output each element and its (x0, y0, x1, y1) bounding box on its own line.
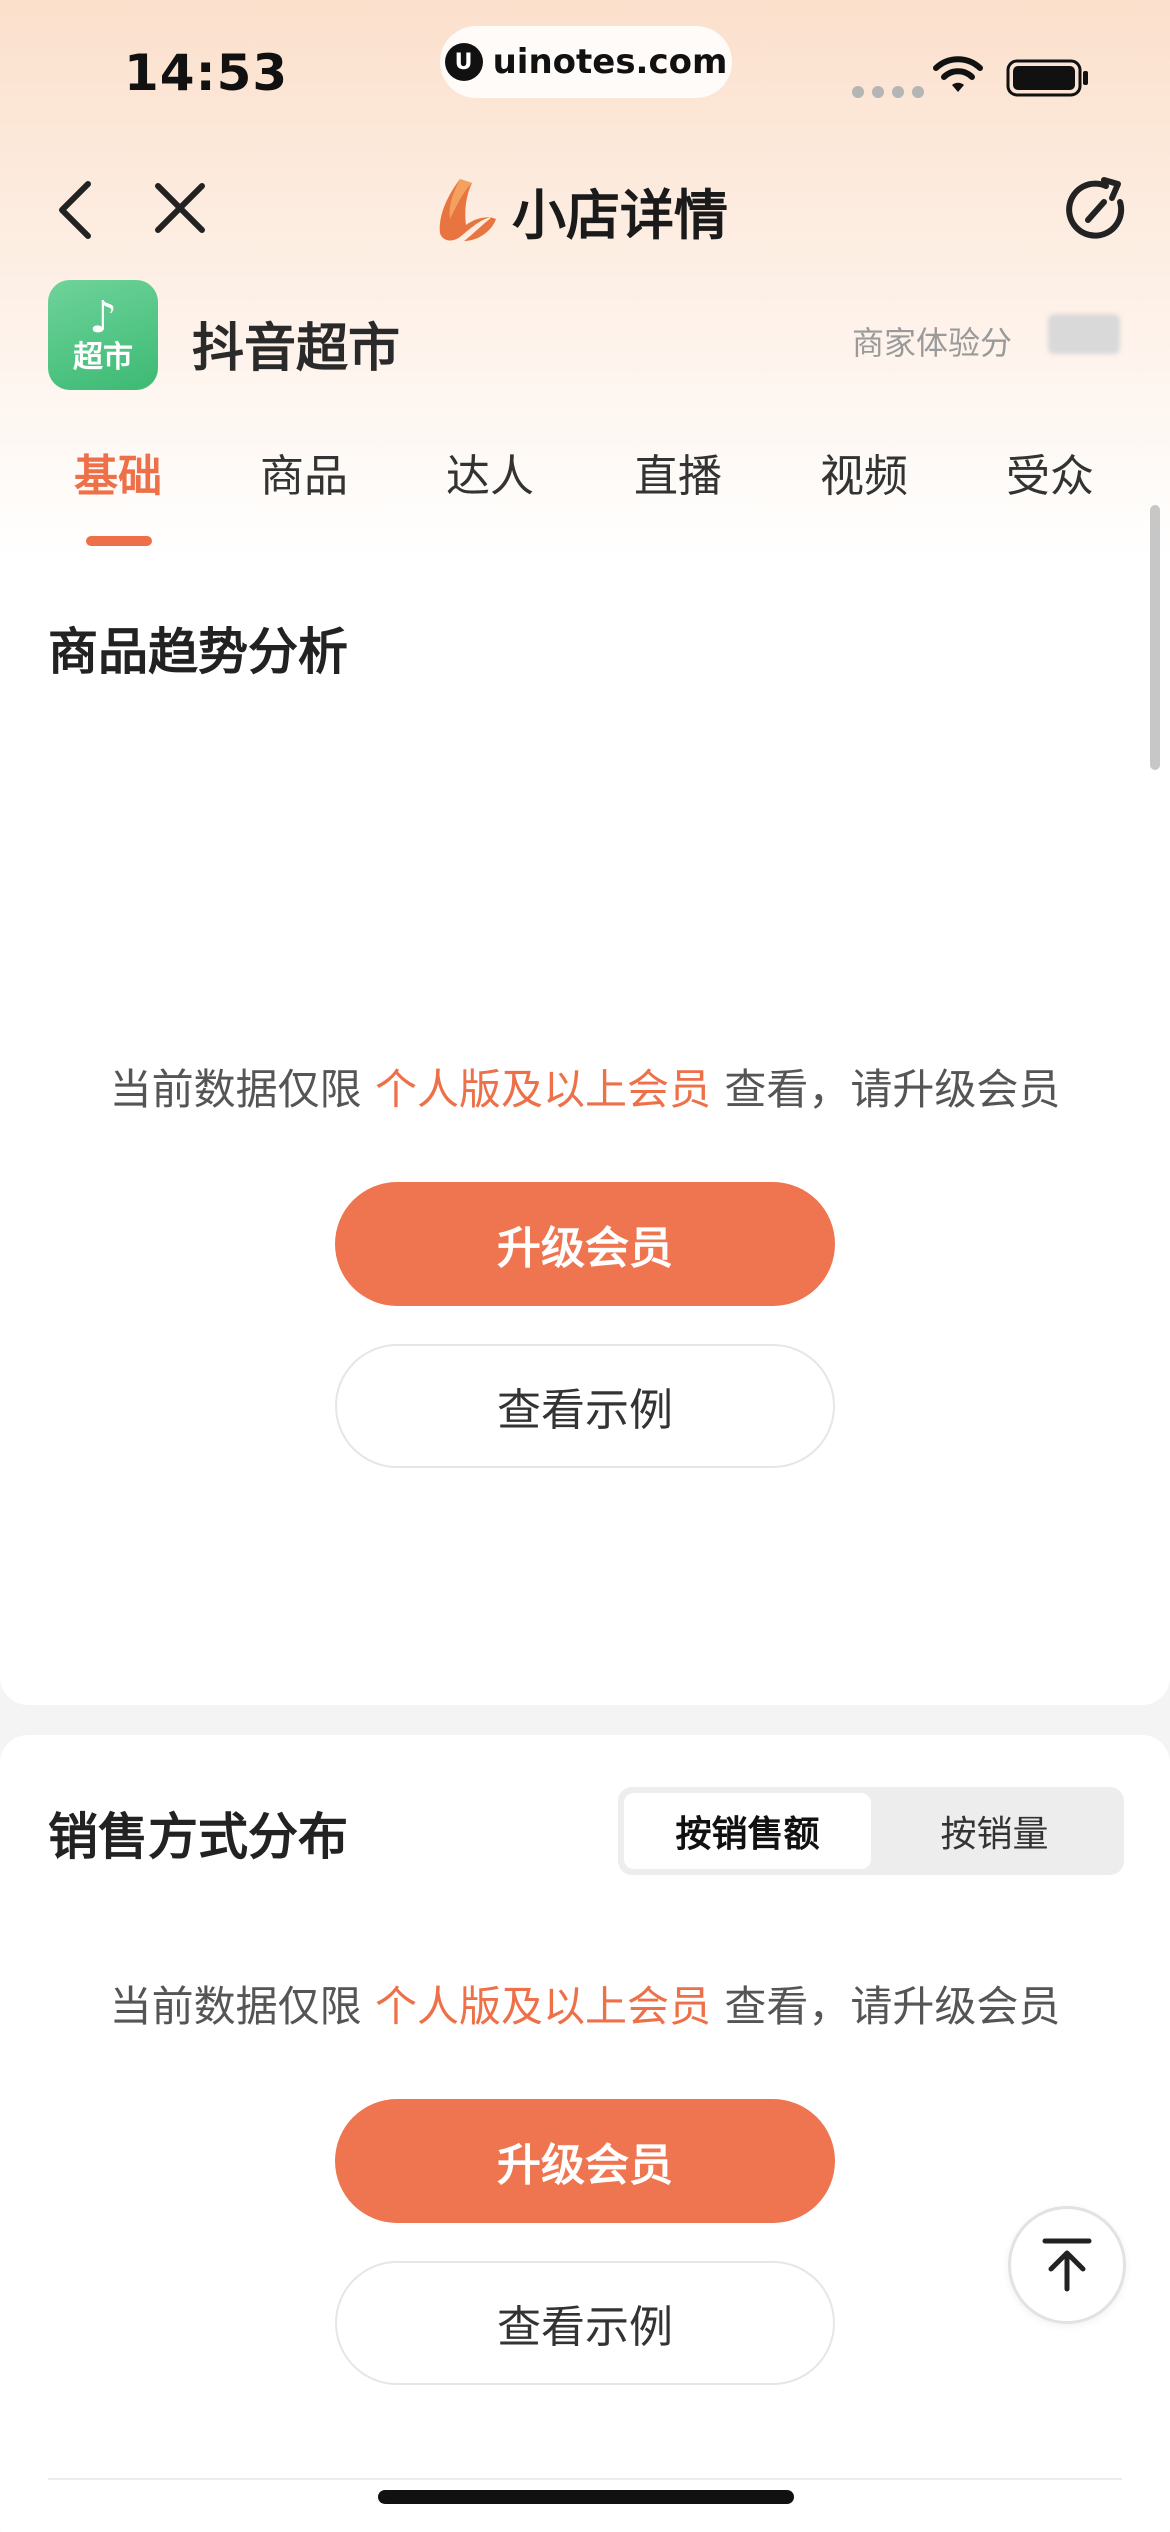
tab-products[interactable]: 商品 (260, 440, 348, 504)
notice-suffix: 查看，请升级会员 (724, 1065, 1061, 1114)
home-indicator[interactable] (378, 2490, 794, 2504)
store-header: ♪ 超市 抖音超市 商家体验分 (0, 278, 1170, 393)
product-trend-card: 商品趋势分析 当前数据仅限 个人版及以上会员 查看，请升级会员 升级会员 查看示… (0, 550, 1170, 1705)
page-title: 小店详情 (512, 183, 728, 247)
nav-title-group: 小店详情 (430, 170, 728, 250)
toggle-by-amount[interactable]: 按销售额 (624, 1793, 871, 1869)
store-logo: ♪ 超市 (48, 280, 158, 390)
notice-highlight: 个人版及以上会员 (374, 1982, 711, 2031)
toggle-by-volume[interactable]: 按销量 (871, 1793, 1118, 1869)
active-tab-indicator (86, 536, 152, 546)
nav-bar: 小店详情 (0, 150, 1170, 270)
tab-basic[interactable]: 基础 (74, 440, 162, 504)
sales-method-title: 销售方式分布 (48, 1808, 348, 1866)
store-name: 抖音超市 (192, 319, 401, 379)
page: 14:53 U uinotes.com 小店详情 ♪ 超市 抖音超市 商家体验分… (0, 0, 1170, 2532)
store-logo-text: 超市 (73, 340, 133, 375)
product-trend-title: 商品趋势分析 (48, 623, 348, 681)
tab-audience[interactable]: 受众 (1006, 440, 1094, 504)
tab-bar: 基础 商品 达人 直播 视频 受众 (0, 400, 1170, 550)
upgrade-membership-button[interactable]: 升级会员 (335, 1182, 835, 1306)
notice-prefix: 当前数据仅限 (109, 1065, 362, 1114)
url-text: uinotes.com (492, 42, 728, 82)
experience-score-value (1048, 314, 1120, 354)
upgrade-membership-button[interactable]: 升级会员 (335, 2099, 835, 2223)
notice-suffix: 查看，请升级会员 (724, 1982, 1061, 2031)
notice-prefix: 当前数据仅限 (109, 1982, 362, 2031)
close-icon[interactable] (150, 178, 210, 238)
url-pill[interactable]: U uinotes.com (440, 26, 732, 98)
sales-metric-toggle: 按销售额 按销量 (618, 1787, 1124, 1875)
experience-score-label: 商家体验分 (852, 324, 1013, 362)
refresh-icon[interactable] (1058, 172, 1134, 248)
cellular-signal-icon (852, 86, 924, 98)
divider (48, 2478, 1122, 2480)
wifi-icon (933, 56, 983, 92)
back-arrow-icon[interactable] (48, 174, 104, 246)
scrollbar[interactable] (1150, 505, 1160, 770)
tab-videos[interactable]: 视频 (820, 440, 908, 504)
tab-live[interactable]: 直播 (634, 440, 722, 504)
tab-influencers[interactable]: 达人 (446, 440, 534, 504)
status-time: 14:53 (124, 44, 289, 102)
view-example-button[interactable]: 查看示例 (335, 1344, 835, 1468)
notice-highlight: 个人版及以上会员 (374, 1065, 711, 1114)
site-logo-icon: U (444, 43, 483, 81)
membership-notice: 当前数据仅限 个人版及以上会员 查看，请升级会员 (0, 1056, 1170, 1117)
view-example-button[interactable]: 查看示例 (335, 2261, 835, 2385)
tiktok-note-icon: ♪ (88, 292, 118, 343)
status-bar: 14:53 U uinotes.com (0, 0, 1170, 150)
back-to-top-button[interactable] (1008, 2206, 1126, 2324)
membership-notice: 当前数据仅限 个人版及以上会员 查看，请升级会员 (0, 1973, 1170, 2034)
sales-method-card: 销售方式分布 按销售额 按销量 当前数据仅限 个人版及以上会员 查看，请升级会员… (0, 1735, 1170, 2532)
brand-logo-icon (439, 179, 496, 241)
battery-icon (1006, 59, 1088, 97)
arrow-up-to-top-icon (1042, 2238, 1092, 2292)
